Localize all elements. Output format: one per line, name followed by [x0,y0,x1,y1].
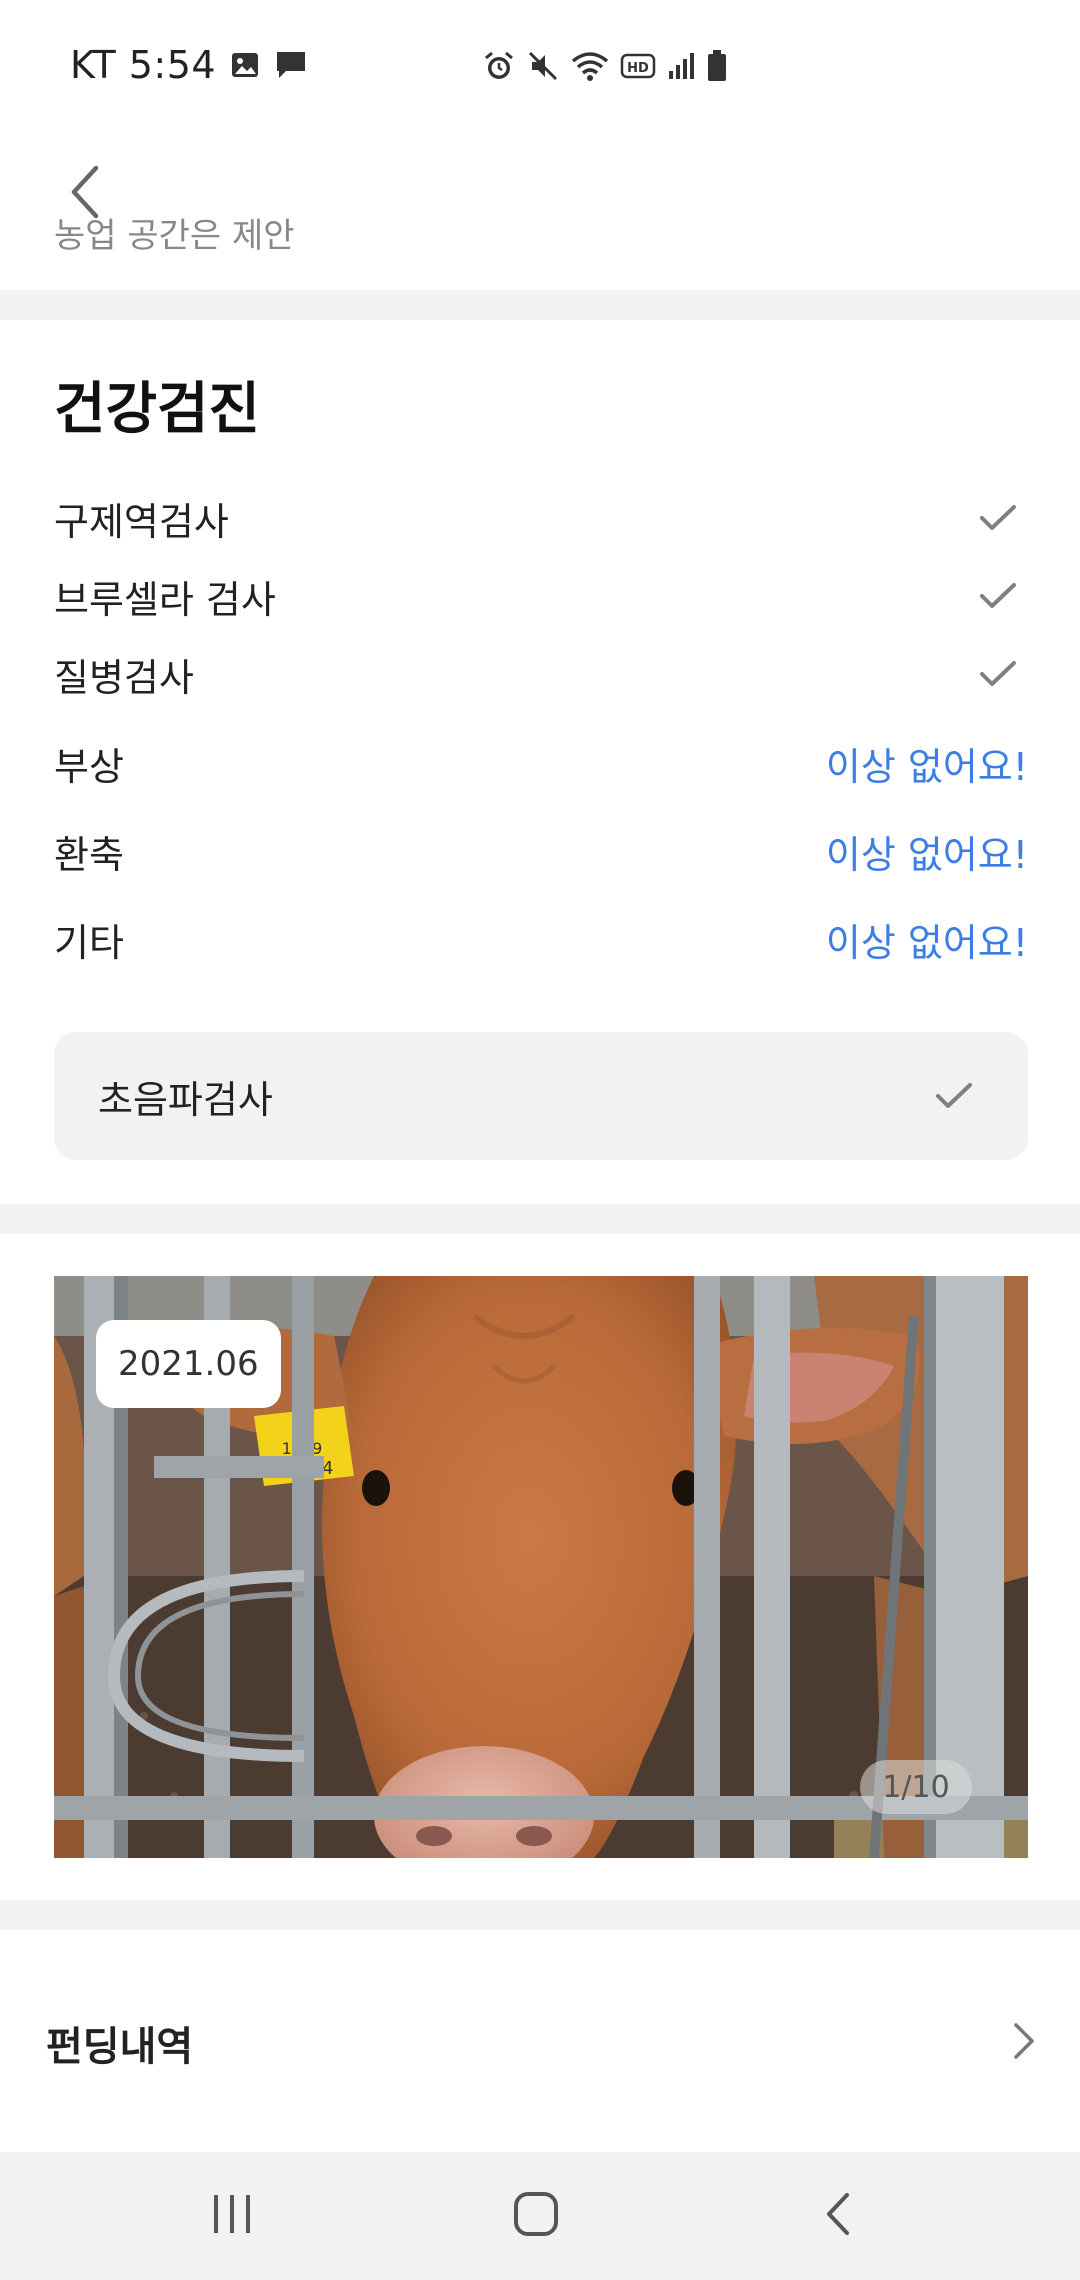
hd-icon: HD [620,51,656,81]
status-text: 이상 없어요! [825,832,1028,877]
row-label: 기타 [54,920,124,965]
check-row-fmd: 구제역검사 [54,488,1028,548]
status-row-injury: 부상 이상 없어요! [54,728,1028,798]
check-row-brucella: 브루셀라 검사 [54,566,1028,626]
home-button[interactable] [476,2176,596,2256]
row-label: 부상 [54,744,124,789]
image-icon [230,50,260,80]
photo-date-badge: 2021.06 [96,1320,281,1408]
check-icon [968,503,1028,533]
row-label: 환축 [54,832,124,877]
hd-label: HD [627,61,649,76]
check-icon [924,1081,984,1111]
row-label: 구제역검사 [54,499,229,544]
section-divider [0,1900,1080,1930]
status-left: KT 5:54 [70,40,308,90]
check-icon [968,581,1028,611]
back-nav-button[interactable] [778,2176,898,2256]
section-divider [0,1204,1080,1234]
photo-section: 1579 8470 4 2021.06 1/10 [0,1234,1080,1900]
home-icon [513,2191,559,2241]
scrolled-section-text: 농업 공간은 제안 [54,216,295,256]
carrier-time: KT 5:54 [70,43,217,87]
recent-apps-icon [210,2193,254,2239]
check-row-disease: 질병검사 [54,644,1028,704]
alarm-icon [482,49,516,83]
back-icon [823,2191,853,2241]
battery-icon [706,49,728,83]
status-row-other: 기타 이상 없어요! [54,904,1028,974]
message-icon [274,49,308,81]
check-icon [968,659,1028,689]
row-label: 브루셀라 검사 [54,577,276,622]
recent-apps-button[interactable] [172,2176,292,2256]
status-row-sick: 환축 이상 없어요! [54,816,1028,886]
mute-icon [526,49,560,83]
section-title: 건강검진 [54,377,261,442]
signal-icon [666,51,696,81]
status-text: 이상 없어요! [825,744,1028,789]
chevron-right-icon [1000,2014,1048,2068]
status-text: 이상 없어요! [825,920,1028,965]
photo-counter: 1/10 [860,1760,972,1814]
health-check-section: 건강검진 구제역검사 브루셀라 검사 질병검사 부상 이상 없어요! 환축 이상… [0,320,1080,1204]
status-bar: KT 5:54 HD [0,0,1080,120]
cow-photo-carousel[interactable]: 1579 8470 4 2021.06 1/10 [54,1276,1028,1858]
wifi-icon [570,49,610,83]
section-divider [0,290,1080,320]
ultrasound-label: 초음파검사 [98,1077,273,1122]
row-label: 질병검사 [54,655,194,700]
funding-title: 펀딩내역 [46,2024,194,2070]
ultrasound-item[interactable]: 초음파검사 [54,1032,1028,1160]
funding-history-row[interactable]: 펀딩내역 [0,1930,1080,2152]
system-nav-bar [0,2152,1080,2280]
status-right: HD [482,44,728,88]
app-bar: 농업 공간은 제안 [0,120,1080,290]
